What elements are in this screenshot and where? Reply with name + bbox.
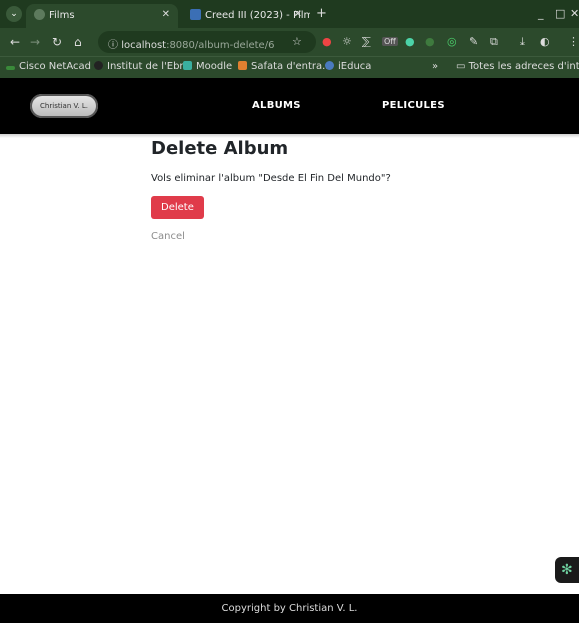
reload-icon[interactable]: ↻ (52, 35, 62, 49)
delete-album-panel: Delete Album Vols eliminar l'album "Desd… (151, 138, 551, 242)
extension-icon[interactable]: ● (425, 35, 435, 48)
tab-search-icon[interactable]: ⌄ (6, 6, 22, 22)
menu-kebab-icon[interactable]: ⋮ (568, 35, 579, 48)
page-title: Delete Album (151, 138, 289, 159)
nav-link-albums[interactable]: ALBUMS (252, 100, 301, 111)
profile-avatar-icon[interactable]: ◐ (540, 35, 550, 48)
ieduca-icon (325, 61, 334, 70)
institut-icon (94, 61, 103, 70)
bookmark-item[interactable]: Safata d'entra... (238, 61, 332, 72)
maximize-icon[interactable]: □ (555, 7, 565, 20)
extension-off-icon[interactable]: Off (382, 37, 398, 46)
url-path: :8080/album-delete/6 (166, 40, 275, 51)
extensions-puzzle-icon[interactable]: ⧉ (490, 35, 498, 49)
browser-tab-films[interactable]: Films ✕ (26, 4, 178, 28)
pen-icon[interactable]: ✎ (469, 35, 478, 48)
bookmark-item[interactable]: Institut de l'Ebre (94, 61, 189, 72)
confirm-message: Vols eliminar l'album "Desde El Fin Del … (151, 173, 391, 184)
bookmarks-more-icon[interactable]: » (432, 61, 438, 72)
extension-icon[interactable]: ● (405, 35, 415, 48)
bookmark-item[interactable]: Moodle (183, 61, 232, 72)
site-info-icon[interactable]: ⓘ (108, 40, 118, 51)
minimize-icon[interactable]: _ (538, 7, 544, 20)
filmaffinity-icon (190, 9, 201, 20)
brand-logo[interactable]: Christian V. L. (30, 94, 98, 118)
chatgpt-assistant-icon[interactable]: ✻ (555, 557, 579, 583)
forward-icon[interactable]: → (30, 35, 40, 49)
url-host: localhost (121, 40, 167, 51)
nav-link-pelicules[interactable]: PELICULES (382, 100, 445, 111)
browser-tabbar: ⌄ Films ✕ Creed III (2023) - FilmAff ✕ +… (0, 0, 579, 28)
mail-icon (238, 61, 247, 70)
site-footer: Copyright by Christian V. L. (0, 594, 579, 623)
bookmark-star-icon[interactable]: ☆ (292, 35, 302, 48)
address-bar[interactable]: ⓘ localhost:8080/album-delete/6 (98, 31, 316, 53)
delete-button[interactable]: Delete (151, 196, 204, 219)
extension-icon[interactable]: ● (322, 35, 332, 48)
close-window-icon[interactable]: ✕ (570, 7, 579, 20)
bookmarks-bar: Cisco NetAcad Institut de l'Ebre Moodle … (0, 56, 579, 78)
home-icon[interactable]: ⌂ (74, 35, 82, 49)
extension-icon[interactable]: ☼ (342, 35, 352, 48)
bookmark-folder[interactable]: ▭ Totes les adreces d'interès (456, 61, 579, 72)
globe-icon (34, 9, 45, 20)
folder-icon: ▭ (456, 61, 469, 72)
back-icon[interactable]: ← (10, 35, 20, 49)
bookmark-item[interactable]: iEduca (325, 61, 371, 72)
cisco-icon (6, 66, 15, 70)
tab-title: Films (49, 10, 75, 21)
bookmark-item[interactable]: Cisco NetAcad (6, 61, 91, 72)
download-icon[interactable]: ⤓ (520, 35, 525, 49)
browser-tab-creed[interactable]: Creed III (2023) - FilmAff ✕ (182, 4, 310, 28)
close-tab-icon[interactable]: ✕ (162, 9, 170, 20)
translate-icon[interactable]: ⅀ (362, 35, 371, 48)
browser-toolbar: ← → ↻ ⌂ ⓘ localhost:8080/album-delete/6 … (0, 28, 579, 56)
extension-icon[interactable]: ◎ (447, 35, 457, 48)
cancel-link[interactable]: Cancel (151, 231, 551, 242)
site-navbar: Christian V. L. ALBUMS PELICULES (0, 78, 579, 134)
moodle-icon (183, 61, 192, 70)
close-tab-icon[interactable]: ✕ (294, 9, 302, 20)
new-tab-icon[interactable]: + (316, 6, 327, 21)
